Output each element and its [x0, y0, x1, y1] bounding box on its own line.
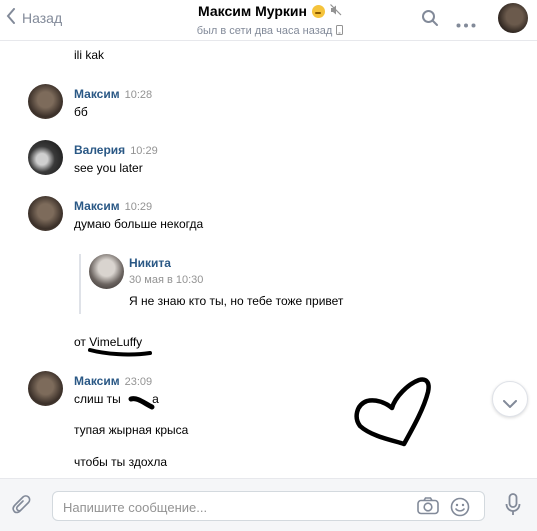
microphone-icon[interactable]: [505, 493, 521, 522]
message-header: Валерия 10:29: [74, 143, 158, 157]
online-status: был в сети два часа назад: [196, 24, 344, 38]
sender-name[interactable]: Максим: [74, 374, 120, 388]
chat-header: Назад Максим Муркин был в сети два часа …: [0, 0, 537, 41]
message-header: Максим 10:29: [74, 199, 152, 213]
message-text-part: а: [152, 392, 159, 406]
message-composer: [0, 478, 537, 531]
camera-icon[interactable]: [417, 497, 439, 520]
avatar[interactable]: [28, 371, 63, 406]
sender-name[interactable]: Максим: [74, 87, 120, 101]
message-text: от VimeLuffy: [74, 335, 143, 349]
back-label: Назад: [22, 10, 63, 26]
message-text: чтобы ты здохла: [74, 455, 168, 469]
message-time: 10:29: [130, 145, 158, 157]
avatar[interactable]: [89, 254, 124, 289]
sender-name[interactable]: Валерия: [74, 143, 125, 157]
chevron-down-icon: [503, 395, 517, 413]
contact-avatar[interactable]: [498, 3, 528, 33]
message-text-part: слиш ты: [74, 392, 125, 406]
sender-name[interactable]: Максим: [74, 199, 120, 213]
mobile-icon: [336, 24, 344, 38]
message-text: бб: [74, 105, 88, 119]
paperclip-icon[interactable]: [12, 495, 32, 522]
message-time: 23:09: [124, 376, 153, 388]
message-input-box: [52, 491, 485, 521]
forwarded-message[interactable]: Никита 30 мая в 10:30 Я не знаю кто ты, …: [79, 254, 361, 314]
status-text: был в сети два часа назад: [196, 25, 333, 37]
message-header: Максим 23:09: [74, 374, 152, 388]
message-text: думаю больше некогда: [74, 217, 204, 231]
message-text: слиш ты а: [74, 392, 159, 406]
avatar[interactable]: [28, 140, 63, 175]
avatar[interactable]: [28, 84, 63, 119]
message-text: Я не знаю кто ты, но тебе тоже привет: [129, 294, 344, 308]
chat-title-block[interactable]: Максим Муркин был в сети два часа назад: [150, 3, 390, 39]
message-time: 10:29: [124, 201, 153, 213]
avatar[interactable]: [28, 196, 63, 231]
message-time: 30 мая в 10:30: [129, 274, 204, 286]
emoji-icon: [311, 4, 325, 18]
chat-title: Максим Муркин: [198, 3, 342, 19]
message-feed[interactable]: ili kak Максим 10:28 бб Валерия 10:29 see …: [0, 41, 537, 478]
smile-icon[interactable]: [450, 497, 470, 522]
message-text: тупая жырная крыса: [74, 423, 189, 437]
contact-name: Максим Муркин: [198, 3, 307, 19]
message-text: ili kak: [74, 48, 105, 62]
message-input[interactable]: [61, 496, 405, 518]
back-button[interactable]: Назад: [6, 7, 62, 29]
message-header: Максим 10:28: [74, 87, 152, 101]
muted-icon: [330, 3, 342, 19]
search-icon[interactable]: [421, 9, 439, 32]
message-time: 10:28: [124, 89, 153, 101]
chevron-left-icon: [6, 7, 16, 29]
message-text: see you later: [74, 161, 143, 175]
scroll-down-button[interactable]: [492, 381, 528, 417]
more-icon[interactable]: [456, 15, 476, 33]
sender-name[interactable]: Никита: [129, 256, 171, 270]
